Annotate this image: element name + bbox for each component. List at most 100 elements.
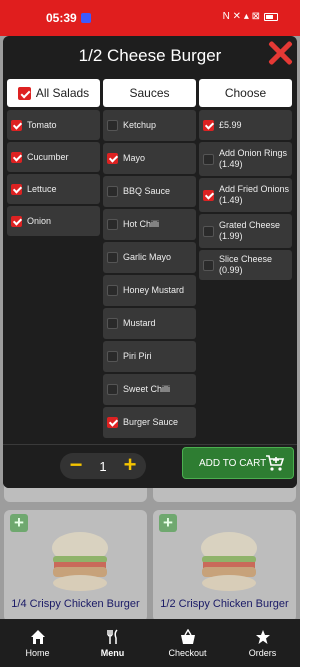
option-label: Lettuce	[27, 183, 57, 194]
option-label: Piri Piri	[123, 351, 152, 361]
add-to-cart-button[interactable]: ADD TO CART	[182, 447, 294, 479]
sauce-option[interactable]: Piri Piri	[103, 341, 196, 372]
checkbox[interactable]	[203, 189, 214, 201]
checkbox[interactable]	[203, 225, 214, 237]
option-label: Garlic Mayo	[123, 252, 172, 262]
sauce-option[interactable]: Burger Sauce	[103, 407, 196, 438]
option-label: Sweet Chilli	[123, 384, 171, 394]
sauce-option[interactable]: Mustard	[103, 308, 196, 339]
increase-button[interactable]: +	[120, 454, 140, 478]
option-label: Honey Mustard	[123, 285, 185, 295]
sauce-option[interactable]: Sweet Chilli	[103, 374, 196, 405]
menu-card[interactable]: + 1/4 Crispy Chicken Burger	[4, 510, 147, 622]
checkbox[interactable]	[203, 153, 214, 165]
checkbox[interactable]	[11, 151, 22, 163]
options-modal: 1/2 Cheese Burger All Salads Tomato Cucum…	[3, 36, 297, 488]
star-icon	[255, 629, 270, 644]
checkbox[interactable]	[107, 417, 118, 428]
option-label: Grated Cheese (1.99)	[219, 220, 281, 241]
choose-header: Choose	[199, 79, 292, 107]
menu-card[interactable]: + 1/2 Crispy Chicken Burger	[153, 510, 296, 622]
salad-option[interactable]: Tomato	[7, 110, 100, 140]
nav-orders[interactable]: Orders	[225, 619, 300, 667]
checkbox[interactable]	[107, 219, 118, 230]
nav-checkout[interactable]: Checkout	[150, 619, 225, 667]
checkbox[interactable]	[107, 384, 118, 395]
salads-column: All Salads Tomato Cucumber Lettuce Onion	[7, 79, 100, 238]
quantity-value: 1	[99, 459, 107, 474]
status-time: 05:39	[46, 11, 77, 25]
option-label: Slice Cheese (0.99)	[219, 254, 273, 275]
decrease-button[interactable]: −	[66, 454, 86, 478]
option-label: Ketchup	[123, 120, 157, 130]
option-label: Tomato	[27, 119, 57, 130]
burger-image	[201, 532, 257, 591]
checkbox[interactable]	[107, 318, 118, 329]
choose-option[interactable]: Grated Cheese (1.99)	[199, 214, 292, 248]
add-to-cart-label: ADD TO CART	[199, 457, 267, 469]
salad-option[interactable]: Onion	[7, 206, 100, 236]
sauce-option[interactable]: Hot Chilli	[103, 209, 196, 240]
basket-icon	[180, 628, 195, 644]
option-label: Cucumber	[27, 151, 69, 162]
add-icon[interactable]: +	[159, 514, 177, 532]
checkbox[interactable]	[107, 252, 118, 263]
checkbox[interactable]	[107, 153, 118, 164]
sauce-option[interactable]: Ketchup	[103, 110, 196, 141]
checkbox[interactable]	[11, 183, 22, 195]
salad-option[interactable]: Cucumber	[7, 142, 100, 172]
quantity-stepper: − 1 +	[60, 453, 146, 479]
choose-option[interactable]: Slice Cheese (0.99)	[199, 250, 292, 280]
burger-image	[52, 532, 108, 591]
sauce-option[interactable]: Honey Mustard	[103, 275, 196, 306]
checkbox[interactable]	[107, 186, 118, 197]
checkbox[interactable]	[203, 119, 214, 131]
add-icon[interactable]: +	[10, 514, 28, 532]
salad-option[interactable]: Lettuce	[7, 174, 100, 204]
choose-option[interactable]: Add Fried Onions (1.49)	[199, 178, 292, 212]
option-label: Onion	[27, 215, 52, 226]
notification-icon	[81, 13, 91, 23]
option-label: Add Fried Onions (1.49)	[219, 184, 290, 205]
option-label: Mustard	[123, 318, 156, 328]
status-indicators: N ✕ ▴ ⊠	[222, 11, 260, 22]
option-label: Add Onion Rings (1.49)	[219, 148, 288, 169]
column-header-label: Choose	[224, 86, 267, 100]
battery-icon	[264, 12, 278, 21]
checkbox[interactable]	[11, 215, 22, 227]
checkbox[interactable]	[11, 119, 22, 131]
close-icon[interactable]	[267, 40, 293, 66]
card-title: 1/2 Crispy Chicken Burger	[160, 598, 289, 610]
bottom-navigation: Home Menu Checkout Orders	[0, 619, 300, 667]
option-label: Hot Chilli	[123, 219, 160, 229]
sauce-option[interactable]: Mayo	[103, 143, 196, 174]
choose-column: Choose £5.99 Add Onion Rings (1.49) Add Fr…	[199, 79, 292, 282]
choose-option[interactable]: Add Onion Rings (1.49)	[199, 142, 292, 176]
sauce-option[interactable]: BBQ Sauce	[103, 176, 196, 207]
sauce-option[interactable]: Garlic Mayo	[103, 242, 196, 273]
all-salads-toggle[interactable]: All Salads	[7, 79, 100, 107]
checkbox[interactable]	[17, 86, 31, 100]
column-header-label: Sauces	[129, 86, 170, 100]
option-label: £5.99	[219, 119, 242, 130]
option-label: BBQ Sauce	[123, 186, 171, 196]
menu-icon	[106, 628, 118, 644]
checkbox[interactable]	[107, 285, 118, 296]
checkbox[interactable]	[107, 120, 118, 131]
option-label: Burger Sauce	[123, 417, 179, 427]
home-icon	[30, 629, 45, 644]
nav-label: Menu	[100, 647, 125, 658]
choose-option[interactable]: £5.99	[199, 110, 292, 140]
status-icons: N ✕ ▴ ⊠	[223, 11, 278, 22]
nav-home[interactable]: Home	[0, 619, 75, 667]
sauces-column: Sauces Ketchup Mayo BBQ Sauce Hot Chilli Gar…	[103, 79, 196, 440]
cart-icon	[266, 455, 285, 471]
card-title: 1/4 Crispy Chicken Burger	[11, 598, 140, 610]
nav-menu[interactable]: Menu	[75, 619, 150, 667]
status-bar: 05:39 N ✕ ▴ ⊠	[0, 0, 300, 36]
checkbox[interactable]	[203, 259, 214, 271]
modal-title: 1/2 Cheese Burger	[78, 46, 222, 65]
sauces-header: Sauces	[103, 79, 196, 107]
checkbox[interactable]	[107, 351, 118, 362]
option-label: Mayo	[123, 153, 146, 163]
